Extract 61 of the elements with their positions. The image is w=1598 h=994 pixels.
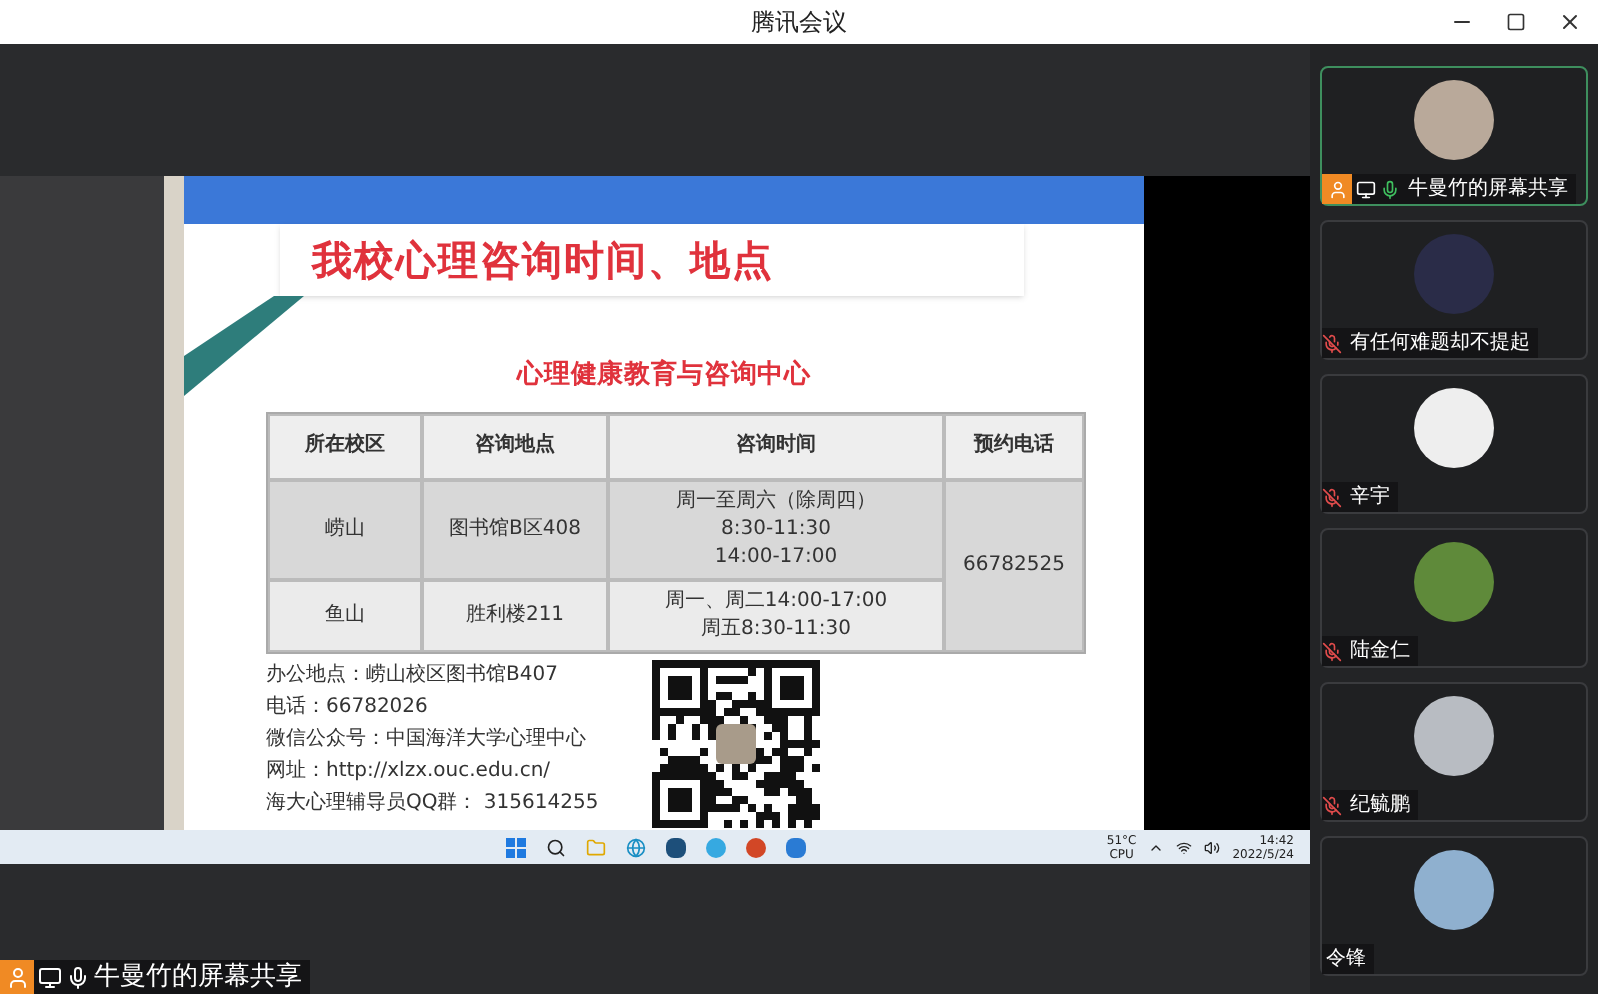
avatar-placeholder (1414, 234, 1494, 314)
participant-tile[interactable]: 陆金仁 (1320, 528, 1588, 668)
participant-tile[interactable]: 牛曼竹的屏幕共享 (1320, 66, 1588, 206)
mic-icon (1380, 179, 1400, 199)
presentation-app-icon[interactable] (745, 837, 765, 857)
muted-mic-icon (1322, 487, 1342, 507)
table-header-cell: 咨询时间 (608, 413, 944, 479)
avatar-placeholder (1414, 388, 1494, 468)
table-header-cell: 所在校区 (268, 413, 422, 479)
table-cell-line: 8:30-11:30 (721, 515, 831, 543)
muted-mic-icon (1322, 641, 1342, 661)
maximize-icon[interactable] (1506, 12, 1526, 32)
table-cell-line: 周一至周六（除周四） (676, 487, 876, 515)
table-cell: 鱼山 (268, 579, 422, 651)
muted-mic-icon (1322, 795, 1342, 815)
participant-name: 辛宇 (1348, 483, 1390, 512)
participant-name: 牛曼竹的屏幕共享 (1406, 175, 1568, 204)
avatar-placeholder (1414, 80, 1494, 160)
host-icon (1322, 174, 1352, 204)
slide-subtitle: 心理健康教育与咨询中心 (517, 357, 811, 394)
table-cell: 崂山 (268, 479, 422, 579)
table-header-cell: 预约电话 (944, 413, 1084, 479)
avatar-placeholder (1414, 850, 1494, 930)
wifi-icon[interactable] (1176, 839, 1193, 855)
browser-icon[interactable] (625, 837, 645, 857)
contact-line: 微信公众号：中国海洋大学心理中心 (266, 725, 586, 753)
stripe-drawing (184, 296, 304, 396)
speaker-icon[interactable] (1204, 839, 1221, 855)
contact-line: 电话：66782026 (266, 693, 428, 721)
table-cell: 胜利楼211 (422, 579, 608, 651)
table-cell-line: 14:00-17:00 (714, 543, 838, 571)
screen-share-icon (1356, 179, 1376, 199)
muted-mic-icon (1322, 333, 1342, 353)
participant-name: 纪毓鹏 (1348, 791, 1410, 820)
contact-line: 网址：http://xlzx.ouc.edu.cn/ (266, 757, 551, 785)
table-cell: 66782525 (944, 479, 1084, 651)
host-icon (0, 960, 34, 994)
table-header-cell: 咨询地点 (422, 413, 608, 479)
mic-icon (66, 965, 90, 989)
table-cell-line: 周一、周二14:00-17:00 (664, 587, 888, 615)
participant-name: 陆金仁 (1348, 637, 1410, 666)
participant-tile[interactable]: 有任何难题却不提起 (1320, 220, 1588, 360)
screen-share-icon (38, 965, 62, 989)
contact-line: 海大心理辅导员QQ群： 315614255 (266, 789, 599, 817)
windows-logo-icon[interactable] (505, 837, 525, 857)
participant-tile[interactable]: 令锋 (1320, 836, 1588, 976)
participant-name: 令锋 (1324, 946, 1366, 974)
avatar-placeholder (1414, 696, 1494, 776)
contact-line: 办公地点：崂山校区图书馆B407 (266, 661, 558, 689)
app-icon[interactable] (785, 837, 805, 857)
slide-title: 我校心理咨询时间、地点 (312, 234, 774, 288)
sharer-label: 牛曼竹的屏幕共享 (94, 959, 302, 994)
participant-tile[interactable]: 纪毓鹏 (1320, 682, 1588, 822)
participant-tile[interactable]: 辛宇 (1320, 374, 1588, 514)
window-title: 腾讯会议 (751, 6, 847, 40)
search-icon[interactable] (545, 837, 565, 857)
table-cell-line: 周五8:30-11:30 (701, 615, 851, 643)
close-icon[interactable] (1558, 10, 1582, 34)
avatar-placeholder (1414, 542, 1494, 622)
participant-name: 有任何难题却不提起 (1348, 329, 1530, 358)
table-cell: 图书馆B区408 (422, 479, 608, 579)
